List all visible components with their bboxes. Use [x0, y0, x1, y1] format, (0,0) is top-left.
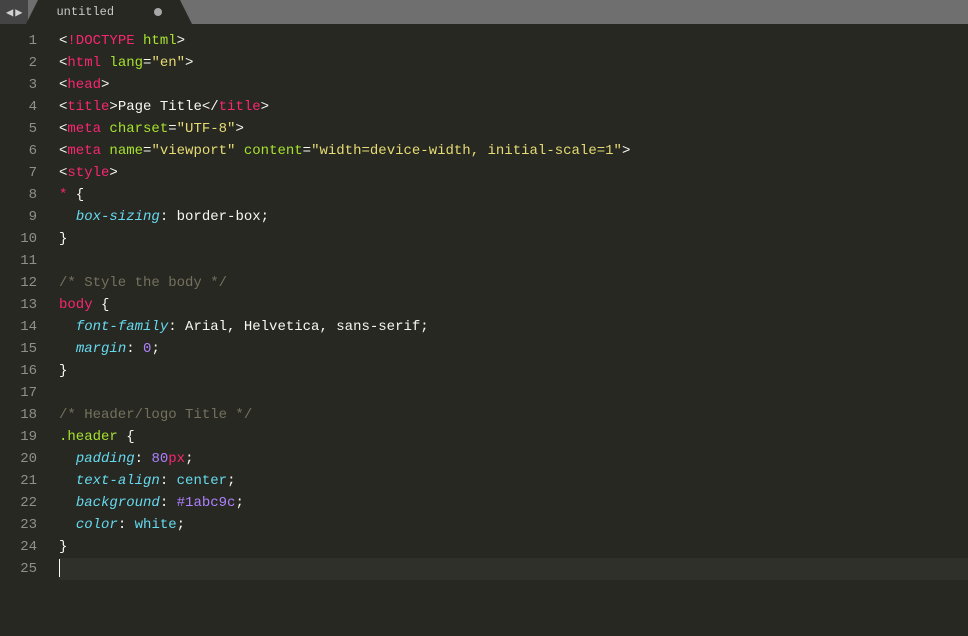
line-number: 24 [0, 536, 37, 558]
code-line: <html lang="en"> [59, 52, 968, 74]
line-number: 23 [0, 514, 37, 536]
line-number: 15 [0, 338, 37, 360]
code-line: font-family: Arial, Helvetica, sans-seri… [59, 316, 968, 338]
code-line: margin: 0; [59, 338, 968, 360]
nav-prev-icon[interactable]: ◀ [6, 5, 13, 20]
code-line: .header { [59, 426, 968, 448]
text-cursor [59, 559, 60, 577]
line-number: 20 [0, 448, 37, 470]
line-number: 3 [0, 74, 37, 96]
tab-bar: ◀ ▶ untitled [0, 0, 968, 24]
line-number: 7 [0, 162, 37, 184]
dirty-indicator-icon [154, 8, 162, 16]
code-line: background: #1abc9c; [59, 492, 968, 514]
line-number: 1 [0, 30, 37, 52]
line-number: 6 [0, 140, 37, 162]
tab-untitled[interactable]: untitled [38, 0, 180, 24]
line-number: 13 [0, 294, 37, 316]
code-area[interactable]: <!DOCTYPE html><html lang="en"><head><ti… [45, 24, 968, 636]
line-number: 19 [0, 426, 37, 448]
line-number: 12 [0, 272, 37, 294]
editor: 1234567891011121314151617181920212223242… [0, 24, 968, 636]
nav-arrows: ◀ ▶ [0, 0, 28, 24]
code-line: <!DOCTYPE html> [59, 30, 968, 52]
nav-next-icon[interactable]: ▶ [15, 5, 22, 20]
code-line: <meta charset="UTF-8"> [59, 118, 968, 140]
code-line: body { [59, 294, 968, 316]
line-number: 4 [0, 96, 37, 118]
code-line [59, 558, 968, 580]
code-line: box-sizing: border-box; [59, 206, 968, 228]
line-number: 17 [0, 382, 37, 404]
code-line [59, 250, 968, 272]
code-line: color: white; [59, 514, 968, 536]
line-number-gutter: 1234567891011121314151617181920212223242… [0, 24, 45, 636]
code-line: text-align: center; [59, 470, 968, 492]
line-number: 10 [0, 228, 37, 250]
line-number: 21 [0, 470, 37, 492]
code-line: } [59, 228, 968, 250]
line-number: 11 [0, 250, 37, 272]
line-number: 16 [0, 360, 37, 382]
code-line: <meta name="viewport" content="width=dev… [59, 140, 968, 162]
line-number: 14 [0, 316, 37, 338]
code-line: /* Header/logo Title */ [59, 404, 968, 426]
code-line: <style> [59, 162, 968, 184]
code-line: } [59, 536, 968, 558]
line-number: 8 [0, 184, 37, 206]
line-number: 22 [0, 492, 37, 514]
tab-label: untitled [56, 5, 114, 19]
line-number: 25 [0, 558, 37, 580]
code-line: } [59, 360, 968, 382]
line-number: 18 [0, 404, 37, 426]
line-number: 9 [0, 206, 37, 228]
code-line: padding: 80px; [59, 448, 968, 470]
code-line: * { [59, 184, 968, 206]
line-number: 2 [0, 52, 37, 74]
code-line: /* Style the body */ [59, 272, 968, 294]
code-line: <head> [59, 74, 968, 96]
line-number: 5 [0, 118, 37, 140]
code-line: <title>Page Title</title> [59, 96, 968, 118]
code-line [59, 382, 968, 404]
